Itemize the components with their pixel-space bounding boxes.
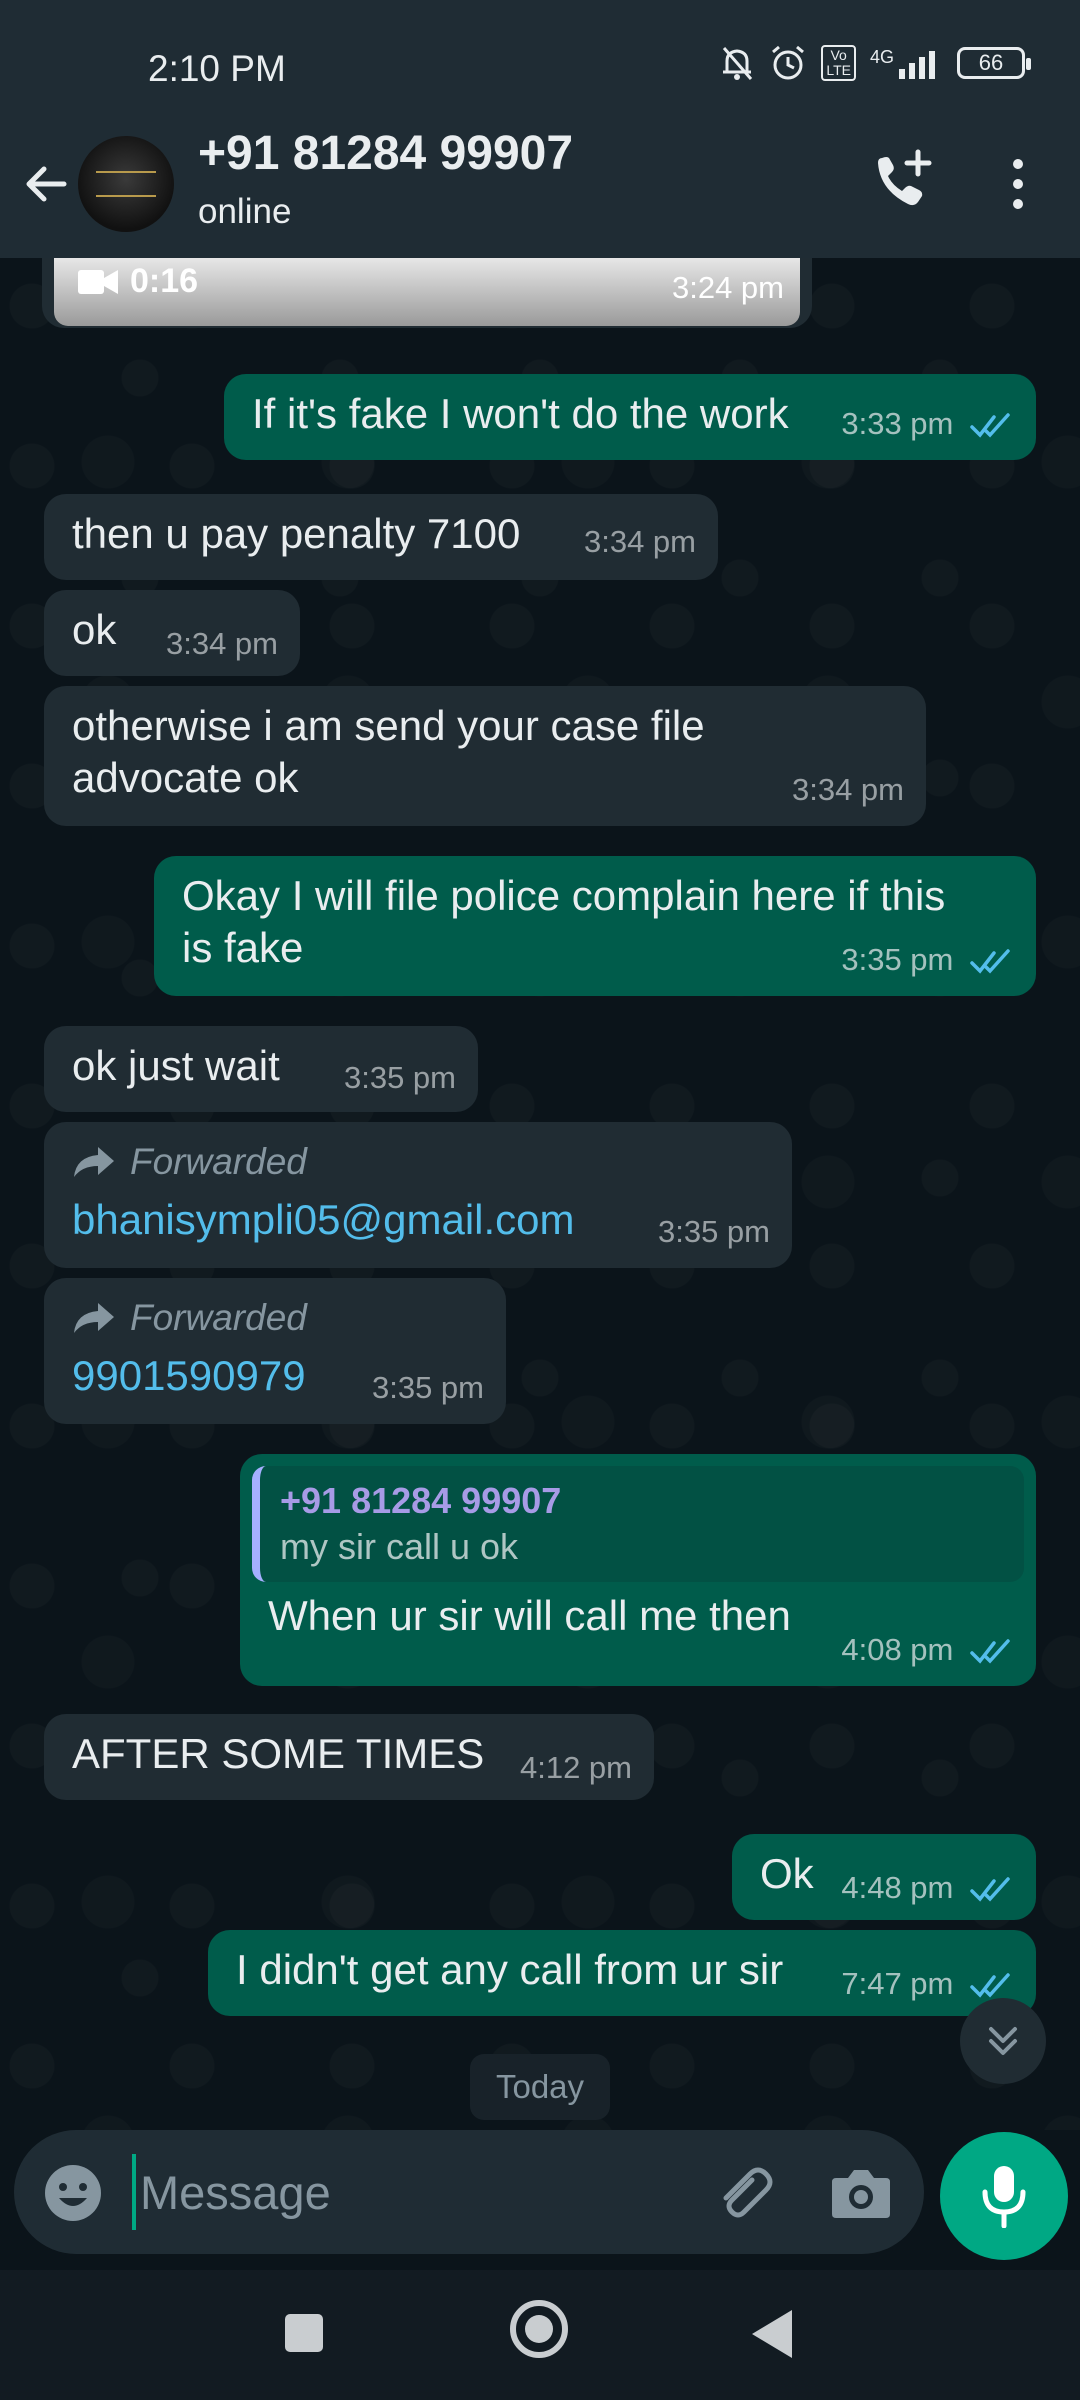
composer-bar [0, 2130, 1080, 2264]
double-chevron-down-icon [989, 2027, 1017, 2055]
home-button[interactable] [510, 2300, 568, 2358]
message-meta: 3:33 pm [841, 398, 1016, 450]
message-time: 3:34 pm [791, 772, 904, 807]
message-input[interactable] [132, 2154, 692, 2230]
mute-bell-icon [723, 47, 753, 80]
quoted-message[interactable]: +91 81284 99907 my sir call u ok [252, 1466, 1024, 1582]
message-time: 3:34 pm [583, 524, 696, 559]
date-divider: Today [470, 2054, 610, 2120]
message-time: 3:24 pm [671, 270, 784, 305]
status-time: 2:10 PM [148, 48, 286, 89]
message-meta: 3:35 pm [841, 934, 1016, 986]
back-arrow-icon[interactable] [18, 156, 74, 212]
message-time: 4:08 pm [841, 1632, 954, 1667]
message-time: 3:35 pm [841, 942, 954, 977]
emoji-icon[interactable] [42, 2162, 104, 2224]
message-line: otherwise i am send your case file [72, 702, 705, 749]
outgoing-message[interactable]: Okay I will file police complain here if… [154, 856, 1036, 996]
read-ticks-icon [970, 949, 1010, 974]
composer-box[interactable] [14, 2130, 924, 2254]
message-time: 4:12 pm [519, 1750, 632, 1785]
forwarded-label: Forwarded [72, 1136, 764, 1188]
video-duration: 0:16 [78, 262, 198, 301]
message-text: Ok [760, 1850, 814, 1897]
chat-area[interactable]: 0:16 3:24 pm If it's fake I won't do the… [0, 258, 1080, 2130]
recents-button[interactable] [285, 2314, 323, 2352]
message-meta: 4:08 pm [841, 1624, 1016, 1676]
message-text: ok [72, 606, 117, 653]
contact-status: online [198, 192, 292, 231]
message-text: then u pay penalty 7100 [72, 510, 521, 557]
message-line: advocate ok [72, 754, 299, 801]
forwarded-text: Forwarded [130, 1141, 307, 1182]
quoted-text: my sir call u ok [280, 1526, 519, 1567]
message-time: 3:35 pm [657, 1214, 770, 1249]
incoming-message[interactable]: otherwise i am send your case file advoc… [44, 686, 926, 826]
message-text: If it's fake I won't do the work [252, 390, 789, 437]
message-time: 3:33 pm [841, 406, 954, 441]
read-ticks-icon [970, 413, 1010, 438]
outgoing-message[interactable]: Ok 4:48 pm [732, 1834, 1036, 1920]
forwarded-message[interactable]: Forwarded bhanisympli05@gmail.com 3:35 p… [44, 1122, 792, 1268]
back-button[interactable] [752, 2310, 792, 2358]
chat-header: +91 81284 99907 online [0, 120, 1080, 258]
message-time: 4:48 pm [841, 1870, 954, 1905]
forwarded-label: Forwarded [72, 1292, 478, 1344]
forwarded-text: Forwarded [130, 1297, 307, 1338]
voice-record-button[interactable] [940, 2132, 1068, 2260]
volte-line1: Vo [830, 47, 847, 64]
forward-arrow-icon [74, 1303, 114, 1333]
outgoing-reply-message[interactable]: +91 81284 99907 my sir call u ok When ur… [240, 1454, 1036, 1686]
status-icons: Vo LTE 4G 66 [719, 44, 1031, 82]
more-options-icon[interactable] [1000, 154, 1036, 214]
forwarded-message[interactable]: Forwarded 9901590979 3:35 pm [44, 1278, 506, 1424]
status-bar: 2:10 PM Vo LTE 4G 66 [0, 0, 1080, 135]
scroll-to-bottom-button[interactable] [960, 1998, 1046, 2084]
outgoing-message[interactable]: I didn't get any call from ur sir 7:47 p… [208, 1930, 1036, 2016]
incoming-message[interactable]: ok 3:34 pm [44, 590, 300, 676]
signal-icon [899, 51, 935, 79]
message-meta: 4:48 pm [841, 1862, 1016, 1914]
incoming-message[interactable]: AFTER SOME TIMES 4:12 pm [44, 1714, 654, 1800]
network-type: 4G [870, 47, 943, 79]
read-ticks-icon [970, 1973, 1010, 1998]
contact-name[interactable]: +91 81284 99907 [198, 126, 573, 181]
video-message[interactable]: 0:16 3:24 pm [42, 258, 812, 328]
forward-arrow-icon [74, 1147, 114, 1177]
alarm-icon [772, 45, 805, 80]
read-ticks-icon [970, 1877, 1010, 1902]
microphone-icon [982, 2166, 1026, 2228]
volte-icon: Vo LTE [821, 45, 856, 81]
video-camera-icon [78, 269, 118, 294]
battery-icon: 66 [957, 47, 1031, 79]
outgoing-message[interactable]: If it's fake I won't do the work 3:33 pm [224, 374, 1036, 460]
volte-line2: LTE [826, 62, 851, 78]
incoming-message[interactable]: then u pay penalty 7100 3:34 pm [44, 494, 718, 580]
message-time: 3:34 pm [165, 626, 278, 661]
quoted-sender: +91 81284 99907 [280, 1480, 562, 1521]
avatar-logo [96, 171, 156, 197]
paperclip-icon[interactable] [712, 2162, 778, 2228]
message-text: I didn't get any call from ur sir [236, 1946, 784, 1993]
camera-icon[interactable] [830, 2164, 892, 2222]
network-label: 4G [869, 47, 894, 67]
message-time: 7:47 pm [841, 1966, 954, 2001]
message-text: ok just wait [72, 1042, 280, 1089]
message-time: 3:35 pm [371, 1370, 484, 1405]
read-ticks-icon [970, 1639, 1010, 1664]
message-line: Okay I will file police complain here if… [182, 872, 946, 919]
add-call-icon[interactable] [868, 146, 938, 216]
video-duration-text: 0:16 [130, 262, 199, 300]
message-time: 3:35 pm [343, 1060, 456, 1095]
video-thumbnail[interactable]: 0:16 3:24 pm [54, 258, 800, 326]
message-text: AFTER SOME TIMES [72, 1730, 485, 1777]
system-nav-bar [0, 2270, 1080, 2400]
avatar[interactable] [78, 136, 174, 232]
incoming-message[interactable]: ok just wait 3:35 pm [44, 1026, 478, 1112]
